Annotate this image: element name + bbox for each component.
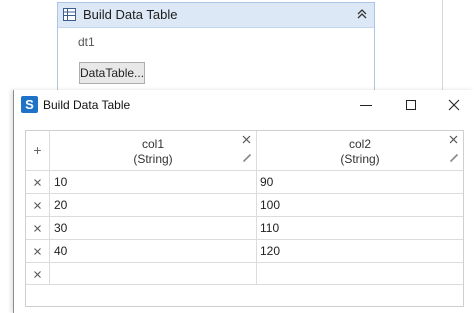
remove-row-icon[interactable] <box>34 248 41 255</box>
column-header-col1[interactable]: col1 (String) <box>50 131 256 170</box>
maximize-button[interactable] <box>389 90 433 120</box>
minimize-button[interactable] <box>344 90 388 120</box>
app-icon-glyph: S <box>25 97 34 112</box>
add-column-button[interactable]: + <box>26 131 49 170</box>
dialog-titlebar[interactable]: S Build Data Table <box>14 90 474 120</box>
table-cell[interactable]: 100 <box>260 194 280 217</box>
table-cell[interactable]: 40 <box>54 240 67 263</box>
table-row: 40 120 <box>26 240 463 263</box>
column-header-col2[interactable]: col2 (String) <box>257 131 463 170</box>
close-icon <box>448 99 460 111</box>
table-cell[interactable]: 10 <box>54 171 67 194</box>
activity-header[interactable]: Build Data Table <box>58 3 374 28</box>
edit-column-icon[interactable] <box>242 153 252 163</box>
table-icon <box>63 8 76 21</box>
output-variable: dt1 <box>78 35 95 49</box>
build-data-table-dialog: S Build Data Table + col1 (String) col2 … <box>13 90 474 313</box>
table-cell[interactable]: 90 <box>260 171 273 194</box>
data-table-grid: + col1 (String) col2 (String) 10 90 20 1… <box>25 130 464 307</box>
table-row: 20 100 <box>26 194 463 217</box>
table-cell[interactable]: 30 <box>54 217 67 240</box>
maximize-icon <box>406 100 416 110</box>
table-row <box>26 263 463 286</box>
table-row: 30 110 <box>26 217 463 240</box>
column-type: (String) <box>340 152 380 166</box>
designer-divider <box>442 0 443 92</box>
edit-column-icon[interactable] <box>449 153 459 163</box>
minimize-icon <box>360 105 372 106</box>
collapse-icon[interactable] <box>355 7 369 21</box>
dialog-title: Build Data Table <box>43 98 131 112</box>
remove-row-icon[interactable] <box>34 179 41 186</box>
column-name: col2 <box>348 137 371 151</box>
remove-row-icon[interactable] <box>34 225 41 232</box>
column-name: col1 <box>141 137 164 151</box>
datatable-button[interactable]: DataTable... <box>79 62 145 84</box>
remove-column-icon[interactable] <box>449 135 458 144</box>
close-button[interactable] <box>432 90 474 120</box>
column-type: (String) <box>133 152 173 166</box>
table-cell[interactable]: 120 <box>260 240 280 263</box>
remove-row-icon[interactable] <box>34 202 41 209</box>
build-data-table-activity[interactable]: Build Data Table dt1 DataTable... <box>57 2 375 91</box>
remove-column-icon[interactable] <box>242 135 251 144</box>
table-cell[interactable]: 110 <box>260 217 279 240</box>
activity-title: Build Data Table <box>83 7 178 22</box>
table-row: 10 90 <box>26 171 463 194</box>
app-icon: S <box>21 96 38 113</box>
remove-row-icon[interactable] <box>34 271 41 278</box>
table-cell[interactable]: 20 <box>54 194 67 217</box>
